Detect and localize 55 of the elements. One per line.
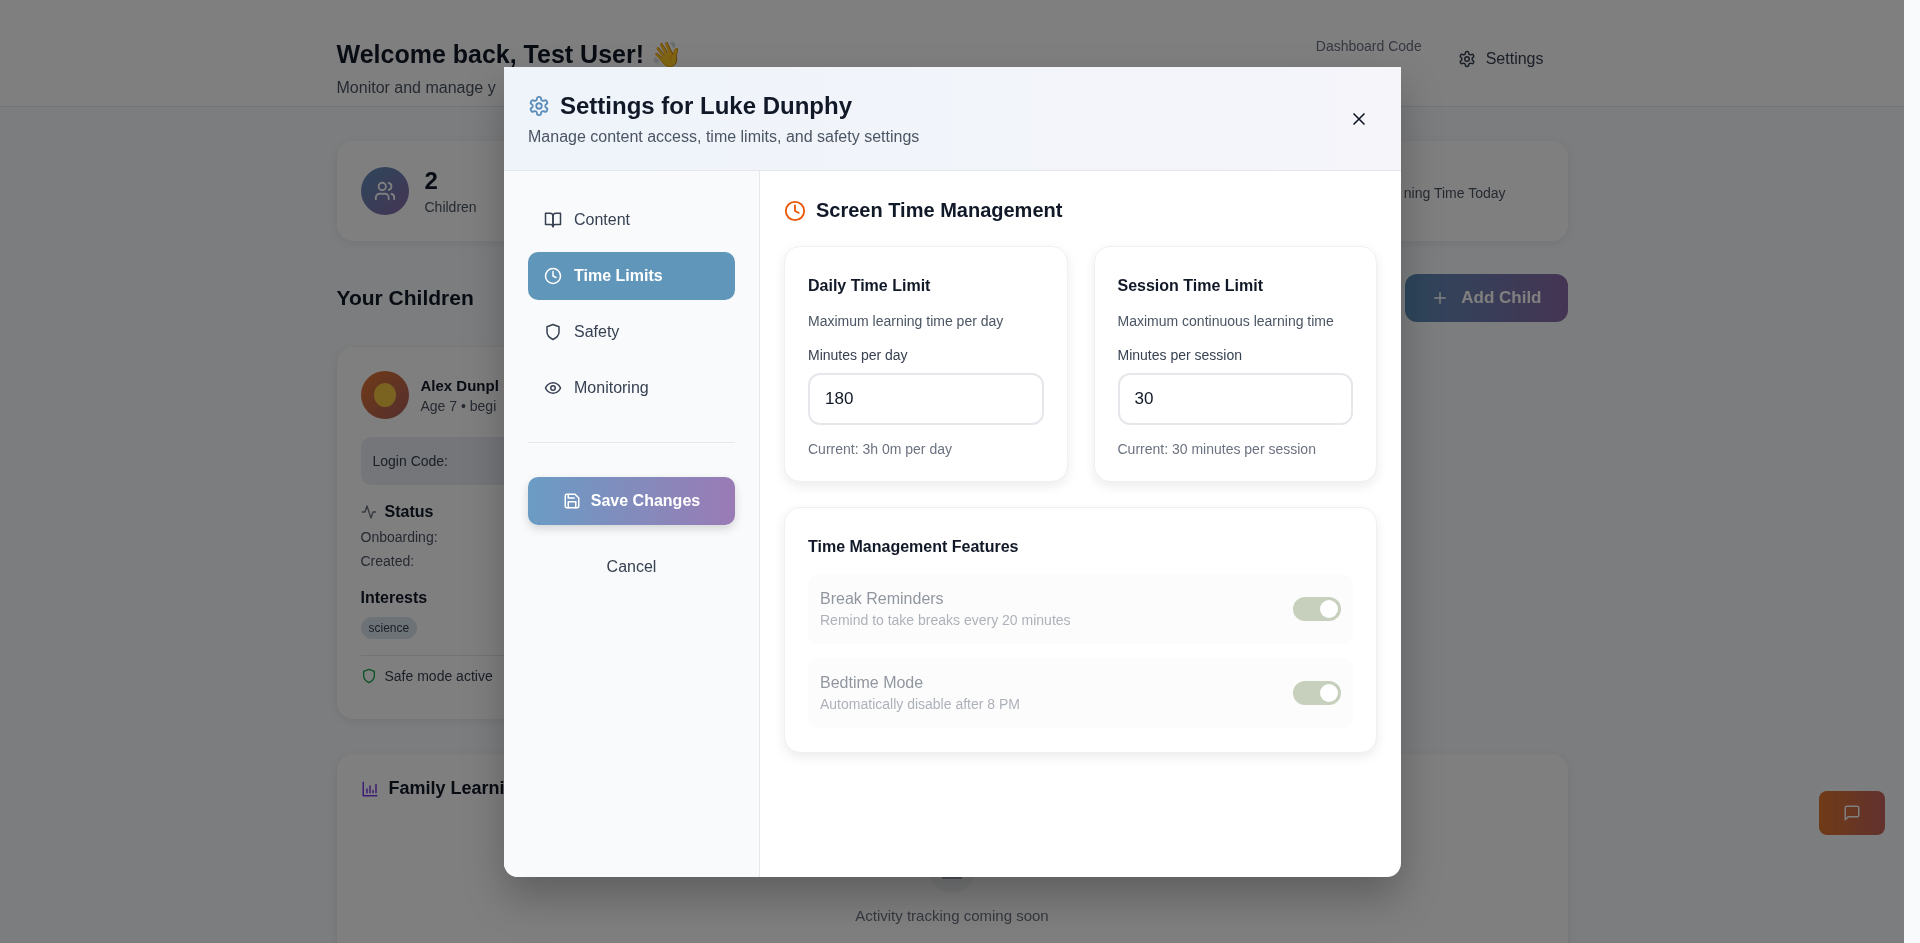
number-field[interactable]: 180 [808, 373, 1044, 425]
settings-button[interactable]: Settings [1457, 40, 1568, 78]
eye-icon [544, 379, 562, 397]
field-label: Minutes per session [1117, 347, 1243, 363]
subtitle-text: Monitor and manage y [336, 79, 496, 97]
dialog-title: Settings for Luke Dunphy [560, 91, 852, 120]
clock-icon [544, 267, 562, 285]
shield-icon [544, 323, 562, 341]
shield-icon [360, 668, 377, 684]
interest-tag: science [360, 617, 418, 639]
settings-icon [1457, 50, 1476, 68]
section-heading: Screen Time Management [816, 199, 1063, 222]
nav-tab[interactable]: Content [528, 196, 735, 244]
child-name: Alex Dunpl [420, 376, 499, 394]
empty-state-text: Activity tracking coming soon [855, 907, 1049, 924]
login-code-label: Login Code: [372, 453, 448, 469]
stat-label: Children [424, 199, 477, 215]
dashboard-code-label: Dashboard Code [1315, 38, 1422, 56]
feature-title: Bedtime Mode [820, 674, 925, 692]
safe-mode-text: Safe mode active [384, 668, 493, 684]
card-heading: Time Management Features [808, 538, 1020, 556]
card-heading: Daily Time Limit [808, 277, 932, 295]
users-icon [360, 167, 409, 215]
feature-title: Break Reminders [820, 590, 945, 608]
card-heading: Family Learni [388, 778, 505, 799]
avatar-icon [360, 371, 409, 419]
card-description: Maximum continuous learning time [1117, 313, 1335, 329]
card-heading: Session Time Limit [1117, 277, 1265, 295]
card-description: Maximum learning time per day [808, 313, 1005, 329]
chat-icon [1843, 804, 1861, 822]
nav-tab[interactable]: Monitoring [528, 364, 735, 412]
settings-icon [528, 94, 550, 117]
status-label: Onboarding: [360, 529, 438, 545]
current-value-text: Current: 3h 0m per day [808, 441, 953, 457]
nav-tab[interactable]: Safety [528, 308, 735, 356]
number-field[interactable]: 30 [1117, 373, 1353, 425]
cancel-button[interactable]: Cancel [528, 545, 735, 589]
interests-heading: Interests [360, 589, 428, 607]
feature-description: Automatically disable after 8 PM [820, 696, 1020, 712]
feature-description: Remind to take breaks every 20 minutes [820, 612, 1071, 628]
chat-button[interactable] [1819, 791, 1885, 835]
field-label: Minutes per day [808, 347, 909, 363]
status-label: Created: [360, 553, 415, 569]
book-icon [544, 211, 562, 229]
section-heading: Your Children [336, 286, 474, 310]
pulse-icon [360, 504, 377, 520]
greeting-heading: Welcome back, Test User! 👋 [336, 40, 682, 69]
dialog-subtitle: Manage content access, time limits, and safety settings [528, 127, 920, 146]
save-icon [562, 492, 581, 510]
current-value-text: Current: 30 minutes per session [1117, 441, 1317, 457]
child-details: Age 7 • begi [420, 397, 497, 414]
clock-icon [784, 199, 806, 222]
stat-label: ning Time Today [1403, 185, 1506, 201]
stat-value: 2 [424, 167, 439, 195]
status-heading: Status [384, 503, 434, 521]
